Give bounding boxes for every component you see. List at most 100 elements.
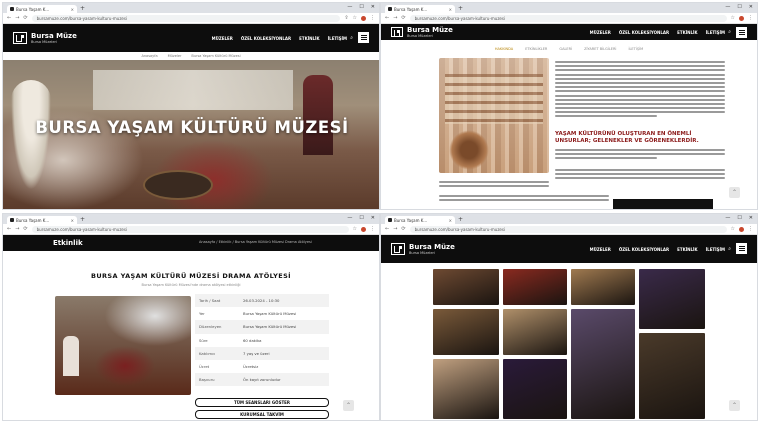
reload-icon[interactable]: ⟳ (23, 226, 27, 232)
share-icon[interactable]: ⇪ (344, 15, 348, 21)
url-input[interactable]: bursamuze.com/bursa-yasam-kulturu-muzesi (31, 225, 349, 233)
forward-icon[interactable]: → (15, 15, 19, 21)
dark-banner (613, 199, 713, 209)
close-button[interactable]: ✕ (749, 4, 753, 10)
subnav-item[interactable]: GALERİ (559, 47, 572, 51)
star-icon[interactable]: ☆ (353, 226, 357, 232)
calendar-button[interactable]: KURUMSAL TAKVİM (195, 410, 329, 419)
breadcrumb-item[interactable]: Müzeler (168, 54, 182, 58)
kebab-menu-icon[interactable]: ⋮ (748, 226, 753, 232)
reload-icon[interactable]: ⟳ (401, 226, 405, 232)
new-tab-button[interactable]: + (458, 216, 463, 224)
menu-item-etkinlik[interactable]: ETKİNLİK (677, 30, 698, 35)
profile-avatar[interactable] (361, 15, 366, 21)
profile-avatar[interactable] (361, 226, 366, 232)
reload-icon[interactable]: ⟳ (401, 15, 405, 21)
close-button[interactable]: ✕ (371, 215, 375, 221)
profile-avatar[interactable] (739, 15, 744, 21)
menu-item-muzeler[interactable]: MÜZELER (590, 30, 611, 35)
menu-item-koleksiyon[interactable]: ÖZEL KOLEKSİYONLAR (619, 247, 669, 252)
menu-item-iletisim[interactable]: İLETİŞİM (328, 36, 347, 41)
kebab-menu-icon[interactable]: ⋮ (370, 15, 375, 21)
hamburger-icon[interactable] (358, 32, 369, 43)
search-icon[interactable]: ⌕ (728, 29, 731, 35)
scroll-top-button[interactable]: ⌃ (343, 400, 354, 411)
minimize-button[interactable]: — (725, 215, 730, 221)
menu-item-etkinlik[interactable]: ETKİNLİK (299, 36, 320, 41)
menu-item-iletisim[interactable]: İLETİŞİM (706, 30, 725, 35)
tab-close-icon[interactable]: × (449, 7, 452, 12)
reload-icon[interactable]: ⟳ (23, 15, 27, 21)
gallery-photo[interactable] (639, 333, 705, 419)
url-input[interactable]: bursamuze.com/bursa-yasam-kulturu-muzesi (31, 14, 341, 22)
menu-item-muzeler[interactable]: MÜZELER (212, 36, 233, 41)
detail-key: Ücret (199, 364, 210, 370)
kebab-menu-icon[interactable]: ⋮ (370, 226, 375, 232)
scroll-top-button[interactable]: ⌃ (729, 400, 740, 411)
kebab-menu-icon[interactable]: ⋮ (748, 15, 753, 21)
subnav-item[interactable]: ETKİNLİKLER (525, 47, 547, 51)
subnav-item[interactable]: İLETİŞİM (628, 47, 643, 51)
search-icon[interactable]: ⌕ (728, 246, 731, 252)
gallery-photo[interactable] (433, 269, 499, 305)
back-icon[interactable]: ← (385, 15, 389, 21)
forward-icon[interactable]: → (15, 226, 19, 232)
new-tab-button[interactable]: + (80, 216, 85, 224)
scroll-top-button[interactable]: ⌃ (729, 187, 740, 198)
show-all-sessions-button[interactable]: TÜM SEANSLARI GÖSTER (195, 398, 329, 407)
maximize-button[interactable]: ☐ (737, 4, 741, 10)
gallery-photo[interactable] (571, 269, 635, 305)
gallery-photo[interactable] (571, 309, 635, 419)
site-logo[interactable]: Bursa Müze Bursa Müzeleri (391, 26, 453, 38)
url-input[interactable]: bursamuze.com/bursa-yasam-kulturu-muzesi (409, 225, 727, 233)
detail-row: Başvuru Ön kayıt zorunludur (195, 373, 329, 387)
browser-tab[interactable]: Bursa Yaşam K… × (385, 216, 455, 224)
gallery-photo[interactable] (503, 359, 567, 419)
minimize-button[interactable]: — (347, 215, 352, 221)
browser-tab[interactable]: Bursa Yaşam K… × (385, 5, 455, 13)
new-tab-button[interactable]: + (458, 5, 463, 13)
maximize-button[interactable]: ☐ (737, 215, 741, 221)
back-icon[interactable]: ← (7, 15, 11, 21)
forward-icon[interactable]: → (393, 15, 397, 21)
back-icon[interactable]: ← (385, 226, 389, 232)
hamburger-icon[interactable] (736, 27, 747, 38)
tab-close-icon[interactable]: × (71, 218, 74, 223)
browser-tab[interactable]: Bursa Yaşam K… × (7, 5, 77, 13)
new-tab-button[interactable]: + (80, 5, 85, 13)
menu-item-muzeler[interactable]: MÜZELER (590, 247, 611, 252)
gallery-photo[interactable] (503, 269, 567, 305)
search-icon[interactable]: ⌕ (350, 35, 353, 41)
profile-avatar[interactable] (739, 226, 744, 232)
gallery-photo[interactable] (503, 309, 567, 355)
gallery-photo[interactable] (639, 269, 705, 329)
tab-close-icon[interactable]: × (449, 218, 452, 223)
back-icon[interactable]: ← (7, 226, 11, 232)
site-logo[interactable]: Bursa Müze Bursa Müzeleri (391, 243, 455, 255)
maximize-button[interactable]: ☐ (359, 215, 363, 221)
minimize-button[interactable]: — (347, 4, 352, 10)
star-icon[interactable]: ☆ (731, 226, 735, 232)
hamburger-icon[interactable] (736, 243, 747, 254)
url-input[interactable]: bursamuze.com/bursa-yasam-kulturu-muzesi (409, 14, 727, 22)
tab-close-icon[interactable]: × (71, 7, 74, 12)
browser-tab[interactable]: Bursa Yaşam K… × (7, 216, 77, 224)
subnav-item[interactable]: HAKKINDA (495, 47, 513, 51)
breadcrumb-item[interactable]: Anasayfa (141, 54, 157, 58)
menu-item-iletisim[interactable]: İLETİŞİM (706, 247, 725, 252)
menu-item-koleksiyon[interactable]: ÖZEL KOLEKSİYONLAR (619, 30, 669, 35)
museum-subnav: HAKKINDA ETKİNLİKLER GALERİ ZİYARET BİLG… (381, 44, 757, 54)
forward-icon[interactable]: → (393, 226, 397, 232)
star-icon[interactable]: ☆ (731, 15, 735, 21)
gallery-photo[interactable] (433, 309, 499, 355)
gallery-photo[interactable] (433, 359, 499, 419)
star-icon[interactable]: ☆ (353, 15, 357, 21)
subnav-item[interactable]: ZİYARET BİLGİLERİ (584, 47, 616, 51)
site-logo[interactable]: Bursa Müze Bursa Müzeleri (13, 32, 77, 44)
minimize-button[interactable]: — (725, 4, 730, 10)
close-button[interactable]: ✕ (371, 4, 375, 10)
close-button[interactable]: ✕ (749, 215, 753, 221)
menu-item-koleksiyon[interactable]: ÖZEL KOLEKSİYONLAR (241, 36, 291, 41)
menu-item-etkinlik[interactable]: ETKİNLİK (677, 247, 698, 252)
maximize-button[interactable]: ☐ (359, 4, 363, 10)
